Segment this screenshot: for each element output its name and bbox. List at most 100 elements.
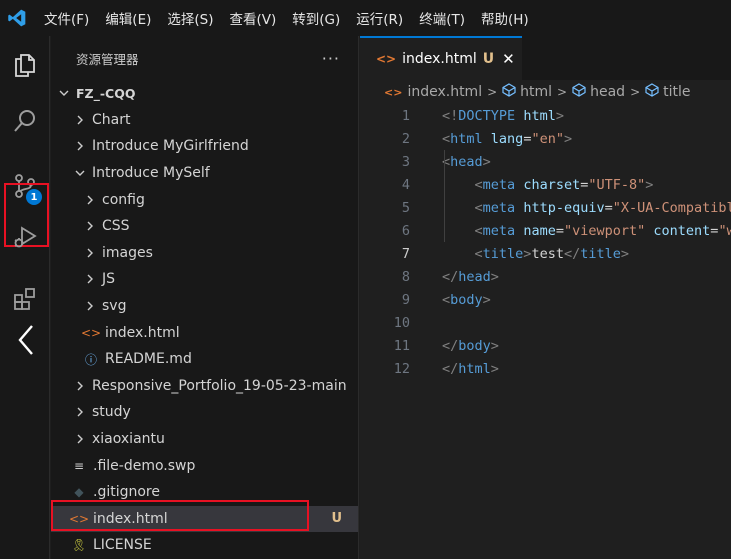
menu-item[interactable]: 编辑(E): [97, 0, 159, 36]
code-token: title: [580, 245, 621, 262]
line-number: 6: [401, 222, 410, 239]
breadcrumb-item-head[interactable]: head: [590, 84, 625, 100]
code-line[interactable]: 7 <title>test</title>: [360, 242, 731, 265]
tree-folder[interactable]: Responsive_Portfolio_19-05-23-main: [51, 373, 358, 400]
breadcrumb-item-file[interactable]: index.html: [407, 84, 482, 100]
breadcrumb: <> index.html > html > head > title: [360, 80, 731, 104]
breadcrumb-item-html[interactable]: html: [520, 84, 552, 100]
menu-item[interactable]: 运行(R): [348, 0, 411, 36]
code-token: name: [523, 222, 556, 239]
tree-item-label: README.md: [105, 351, 192, 368]
code-token: >: [490, 268, 499, 285]
menu-item[interactable]: 终端(T): [411, 0, 473, 36]
code-token: <!: [442, 107, 459, 124]
code-text: <head>: [410, 154, 731, 170]
menu-item[interactable]: 文件(F): [34, 0, 97, 36]
chevron-right-icon: >: [557, 85, 568, 99]
tree-folder[interactable]: study: [51, 399, 358, 426]
chevron-right-icon: [73, 434, 87, 444]
menu-item[interactable]: 选择(S): [159, 0, 221, 36]
code-line[interactable]: 1 <!DOCTYPE html>: [360, 104, 731, 127]
tree-item-label: .gitignore: [93, 484, 160, 501]
tree-root-folder[interactable]: FZ_-CQQ: [51, 80, 358, 107]
line-number: 1: [401, 107, 410, 124]
chevron-right-icon: [73, 381, 87, 391]
code-line[interactable]: 5 <meta http-equiv="X-UA-Compatible" con…: [360, 196, 731, 219]
tree-folder[interactable]: JS: [51, 266, 358, 293]
code-line[interactable]: 12 </html>: [360, 357, 731, 380]
tree-item-label: svg: [102, 298, 127, 315]
code-token: html: [450, 130, 483, 147]
close-icon[interactable]: ✕: [502, 50, 515, 68]
code-token: "UTF-8": [588, 176, 646, 193]
code-token: DOCTYPE: [458, 107, 516, 124]
tree-item-label: images: [102, 244, 153, 261]
tree-file[interactable]: ⓘ README.md: [51, 346, 358, 373]
indent-guide: [444, 150, 445, 242]
code-token: </: [442, 337, 459, 354]
menu-item[interactable]: 转到(G): [284, 0, 348, 36]
tree-item-label: LICENSE: [93, 537, 152, 554]
tree-file[interactable]: 🎗 LICENSE: [51, 532, 358, 559]
code-text: <title>test</title>: [410, 246, 731, 262]
tree-folder[interactable]: config: [51, 186, 358, 213]
code-token: <: [442, 291, 451, 308]
tree-file[interactable]: ≡ .file-demo.swp: [51, 452, 358, 479]
code-token: meta: [482, 176, 516, 193]
menu-bar: 文件(F) 编辑(E) 选择(S) 查看(V) 转到(G) 运行(R) 终端(T) 帮助(H): [0, 0, 731, 36]
code-text: </body>: [410, 338, 731, 354]
code-token: head: [450, 153, 483, 170]
code-token: >: [490, 337, 499, 354]
code-line[interactable]: 10: [360, 311, 731, 334]
code-text: </head>: [410, 269, 731, 285]
code-line[interactable]: 9 <body>: [360, 288, 731, 311]
tree-folder[interactable]: Introduce MySelf: [51, 160, 358, 187]
code-token: =: [555, 222, 564, 239]
code-line[interactable]: 6 <meta name="viewport" content="width=d…: [360, 219, 731, 242]
code-line[interactable]: 3 <head>: [360, 150, 731, 173]
line-number: 8: [401, 268, 410, 285]
tree-folder[interactable]: Introduce MyGirlfriend: [51, 133, 358, 160]
chevron-left-icon[interactable]: [14, 322, 38, 358]
tree-folder[interactable]: images: [51, 240, 358, 267]
tree-folder[interactable]: svg: [51, 293, 358, 320]
chevron-down-icon: [57, 88, 71, 98]
tree-file[interactable]: <> index.html: [51, 319, 358, 346]
search-icon[interactable]: [0, 98, 50, 144]
code-token: body: [450, 291, 483, 308]
code-token: <: [474, 222, 483, 239]
html-file-icon: <>: [80, 325, 102, 340]
code-token: >: [482, 153, 491, 170]
code-line[interactable]: 11 </body>: [360, 334, 731, 357]
code-text: <body>: [410, 292, 731, 308]
tab-status-badge: U: [482, 51, 495, 67]
sidebar-title: 资源管理器: [76, 51, 139, 67]
tree-folder[interactable]: xiaoxiantu: [51, 426, 358, 453]
tree-item-label: JS: [102, 271, 116, 288]
line-number: 10: [393, 314, 410, 331]
code-text: <meta charset="UTF-8">: [410, 177, 731, 193]
explorer-icon[interactable]: [0, 42, 50, 88]
code-text: </html>: [410, 361, 731, 377]
license-icon: 🎗: [71, 538, 87, 553]
code-token: =: [604, 199, 613, 216]
vscode-logo-icon: [0, 0, 34, 36]
code-line[interactable]: 4 <meta charset="UTF-8">: [360, 173, 731, 196]
code-line[interactable]: 2 <html lang="en">: [360, 127, 731, 150]
extensions-icon[interactable]: [0, 276, 50, 322]
menu-item[interactable]: 查看(V): [222, 0, 285, 36]
git-status-badge: U: [331, 511, 342, 527]
code-editor[interactable]: 1 <!DOCTYPE html > 2 <html lang="en"> 3 <head>…: [360, 104, 731, 380]
tab-index-html[interactable]: <> index.html U ✕: [360, 36, 522, 80]
code-line[interactable]: 8 </head>: [360, 265, 731, 288]
tree-folder[interactable]: Chart: [51, 107, 358, 134]
code-token: meta: [482, 199, 516, 216]
code-token: </: [442, 268, 459, 285]
run-debug-icon[interactable]: [0, 214, 50, 260]
tree-folder[interactable]: CSS: [51, 213, 358, 240]
menu-item[interactable]: 帮助(H): [473, 0, 537, 36]
more-actions-icon[interactable]: ···: [322, 49, 340, 68]
breadcrumb-item-title[interactable]: title: [663, 84, 690, 100]
tree-item-label: config: [102, 191, 145, 208]
